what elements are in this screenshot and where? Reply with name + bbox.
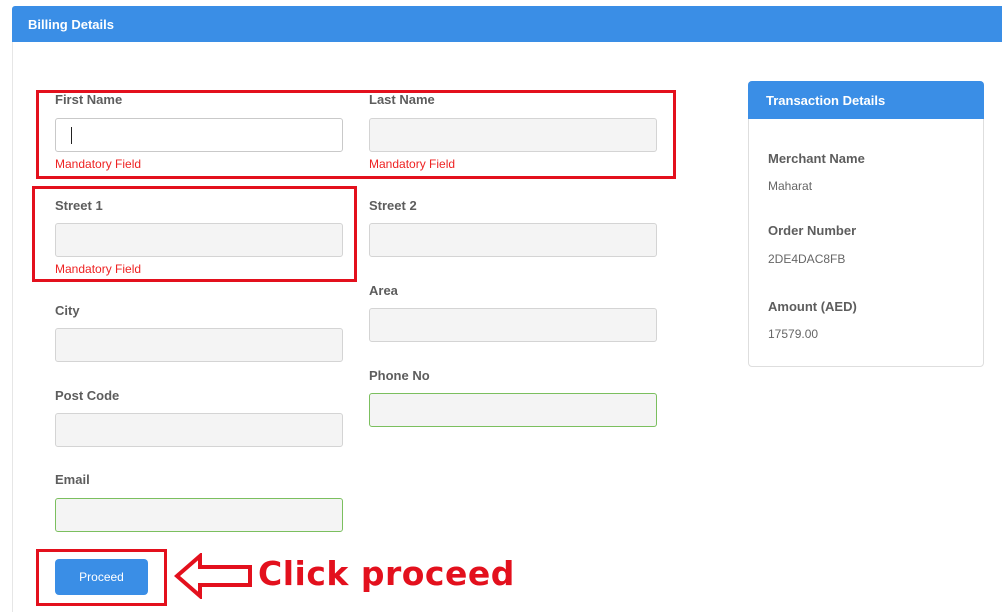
- click-proceed-annotation: Click proceed: [258, 554, 515, 593]
- merchant-name-value: Maharat: [768, 179, 813, 193]
- email-input[interactable]: [55, 498, 343, 532]
- post-code-label: Post Code: [55, 388, 120, 403]
- order-number-value: 2DE4DAC8FB: [768, 252, 846, 266]
- street2-input[interactable]: [369, 223, 657, 257]
- name-fields-highlight: [36, 90, 676, 179]
- street1-highlight: [32, 186, 357, 282]
- phone-label: Phone No: [369, 368, 430, 383]
- phone-input[interactable]: [369, 393, 657, 427]
- transaction-details-header: Transaction Details: [748, 81, 984, 119]
- order-number-label: Order Number: [768, 223, 857, 238]
- merchant-name-label: Merchant Name: [768, 151, 865, 166]
- proceed-highlight: [36, 549, 167, 606]
- billing-header-bar: Billing Details: [12, 6, 1002, 42]
- area-input[interactable]: [369, 308, 657, 342]
- left-arrow-icon: [174, 553, 252, 599]
- area-label: Area: [369, 283, 398, 298]
- post-code-input[interactable]: [55, 413, 343, 447]
- street2-label: Street 2: [369, 198, 417, 213]
- email-label: Email: [55, 472, 90, 487]
- transaction-details-title: Transaction Details: [766, 93, 886, 108]
- city-label: City: [55, 303, 80, 318]
- billing-title: Billing Details: [28, 17, 114, 32]
- amount-value: 17579.00: [768, 327, 819, 341]
- city-input[interactable]: [55, 328, 343, 362]
- transaction-details-card: Transaction Details Merchant Name Mahara…: [748, 81, 984, 367]
- amount-label: Amount (AED): [768, 299, 857, 314]
